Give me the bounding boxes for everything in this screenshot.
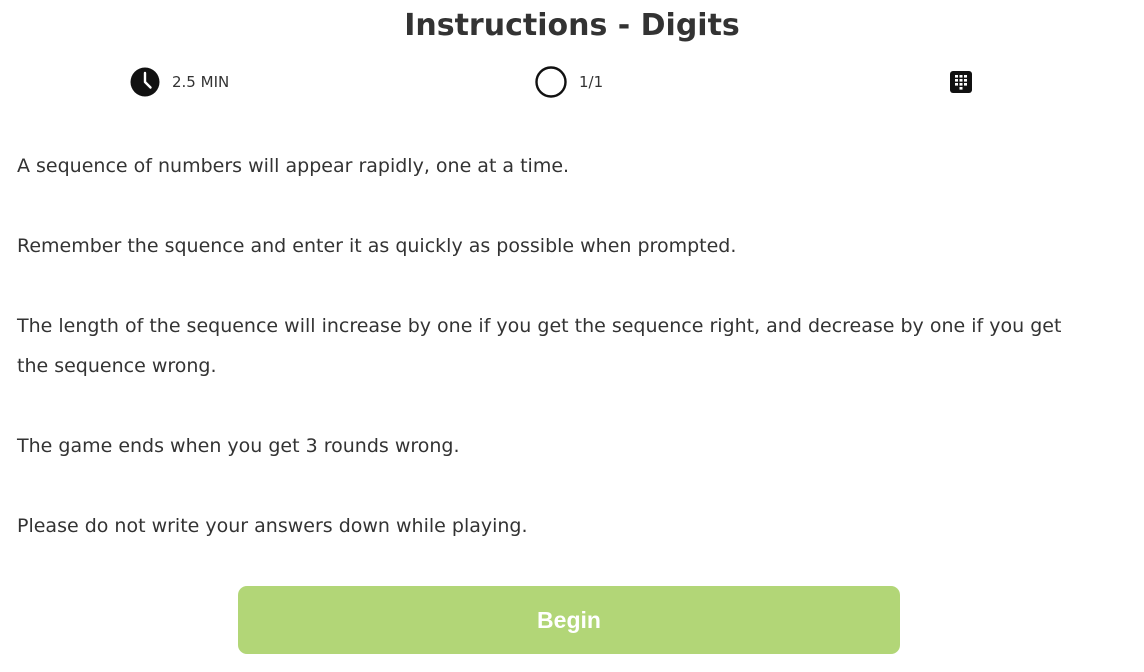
keypad-icon <box>950 71 972 93</box>
clock-icon <box>130 67 160 97</box>
instruction-paragraph: Please do not write your answers down wh… <box>17 515 528 537</box>
instruction-paragraph: The length of the sequence will increase… <box>17 315 1062 377</box>
page-title: Instructions - Digits <box>404 8 740 43</box>
instructions-text: A sequence of numbers will appear rapidl… <box>17 146 1097 586</box>
instruction-paragraph: The game ends when you get 3 rounds wron… <box>17 435 460 457</box>
begin-button[interactable]: Begin <box>238 586 900 654</box>
time-limit-label: 2.5 MIN <box>172 73 230 91</box>
rounds-count-label: 1/1 <box>579 73 604 91</box>
instruction-paragraph: Remember the squence and enter it as qui… <box>17 235 737 257</box>
time-stat: 2.5 MIN <box>130 66 229 98</box>
circle-icon <box>535 66 567 98</box>
instruction-paragraph: A sequence of numbers will appear rapidl… <box>17 155 570 177</box>
mode-stat <box>950 71 972 93</box>
rounds-stat: 1/1 <box>535 66 603 98</box>
